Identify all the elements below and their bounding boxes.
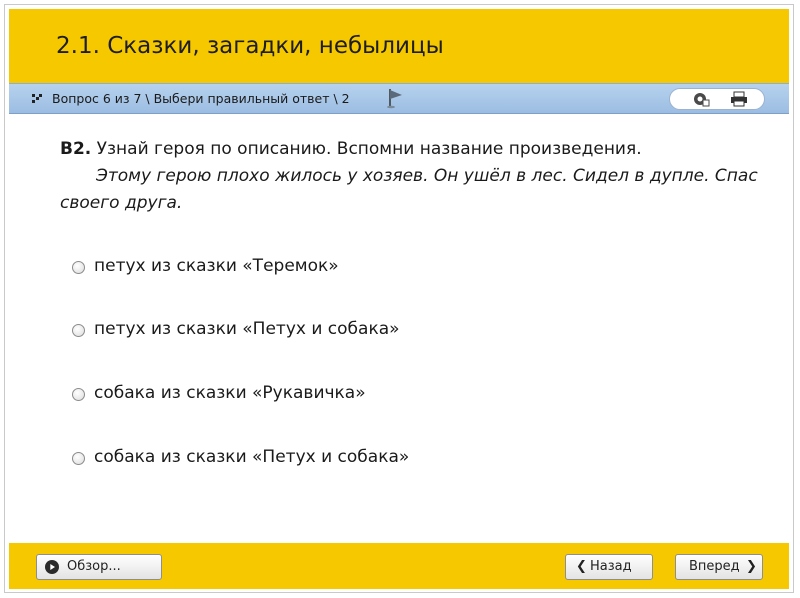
question-description: Этому герою плохо жилось у хозяев. Он уш… bbox=[60, 166, 758, 213]
footer-bar: Обзор... ❮ Назад Вперед ❯ bbox=[9, 543, 789, 589]
overview-button[interactable]: Обзор... bbox=[36, 554, 162, 580]
radio-button[interactable] bbox=[72, 261, 85, 274]
question-prompt: Узнай героя по описанию. Вспомни названи… bbox=[96, 139, 642, 159]
grid-bullet-icon bbox=[32, 94, 42, 103]
radio-button[interactable] bbox=[72, 388, 85, 401]
chevron-right-icon: ❯ bbox=[746, 559, 757, 574]
question-block: В2. Узнай героя по описанию. Вспомни наз… bbox=[60, 136, 780, 217]
chevron-left-icon: ❮ bbox=[576, 559, 587, 574]
option-label: петух из сказки «Петух и собака» bbox=[94, 319, 400, 339]
question-number: В2. bbox=[60, 139, 92, 159]
page-title: 2.1. Сказки, загадки, небылицы bbox=[56, 33, 444, 59]
settings-icon[interactable] bbox=[692, 91, 710, 107]
nav-bar: Вопрос 6 из 7 \ Выбери правильный ответ … bbox=[9, 83, 789, 114]
back-button[interactable]: ❮ Назад bbox=[565, 554, 653, 580]
radio-button[interactable] bbox=[72, 324, 85, 337]
option-label: собака из сказки «Петух и собака» bbox=[94, 447, 410, 467]
next-label: Вперед bbox=[689, 559, 740, 574]
flag-icon[interactable] bbox=[386, 87, 406, 109]
option-label: петух из сказки «Теремок» bbox=[94, 256, 339, 276]
header-bar: 2.1. Сказки, загадки, небылицы bbox=[9, 9, 789, 83]
next-button[interactable]: Вперед ❯ bbox=[675, 554, 763, 580]
print-icon[interactable] bbox=[730, 91, 748, 107]
back-label: Назад bbox=[590, 559, 632, 574]
play-icon bbox=[45, 560, 59, 574]
breadcrumb: Вопрос 6 из 7 \ Выбери правильный ответ … bbox=[52, 91, 350, 106]
radio-button[interactable] bbox=[72, 452, 85, 465]
tool-group bbox=[669, 88, 765, 110]
option-label: собака из сказки «Рукавичка» bbox=[94, 383, 366, 403]
overview-label: Обзор... bbox=[67, 559, 121, 574]
